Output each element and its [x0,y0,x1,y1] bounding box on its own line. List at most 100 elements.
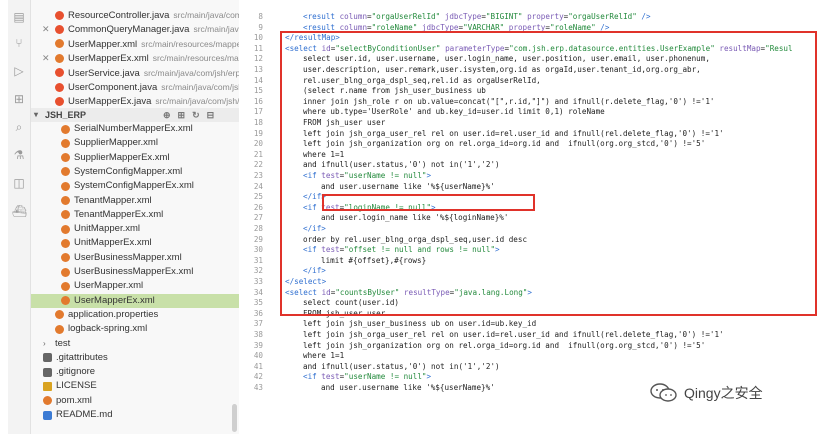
line-number: 37 [253,319,263,329]
line-number: 17 [253,107,263,117]
code-line[interactable]: left join jsh_orga_user_rel rel on user.… [303,330,724,339]
sidebar-scrollbar[interactable] [232,404,237,432]
xml-file-icon [61,124,70,134]
line-number: 38 [253,330,263,339]
tree-label: UnitMapperEx.xml [74,237,152,249]
remote-explorer-icon[interactable]: ◫ [12,176,26,190]
xml-file-icon [61,296,70,306]
code-line[interactable]: left join jsh_user_business ub on user.i… [303,319,536,328]
xml-file-icon [61,281,70,291]
tree-label: UserMapperEx.xml [74,294,155,306]
xml-file-icon [61,138,70,148]
xml-file-icon [61,224,70,234]
tree-file[interactable]: UserMapper.xml [31,279,239,293]
xml-file-icon [61,196,70,205]
tree-file[interactable]: SupplierMapperEx.xml [31,151,239,165]
tree-label: SystemConfigMapper.xml [74,165,183,177]
tree-file[interactable]: TenantMapperEx.xml [31,208,239,222]
tree-file[interactable]: pom.xml [31,394,239,408]
collapse-icon[interactable]: ⊟ [207,110,222,120]
refresh-icon[interactable]: ↻ [192,110,207,120]
tree-file[interactable]: .gitignore [31,365,239,379]
code-line[interactable]: left join jsh_organization org on rel.or… [303,341,705,350]
open-editor-item[interactable]: ResourceController.javasrc/main/java/com… [31,8,239,22]
tree-label: UserBusinessMapperEx.xml [74,266,194,277]
tree-file[interactable]: SystemConfigMapper.xml [31,165,239,179]
explorer-actions[interactable]: ⊕⊞↻⊟ [163,108,221,122]
tree-file[interactable]: .gitattributes [31,351,239,365]
open-editor-item[interactable]: UserMapperEx.javasrc/main/java/com/jsh/e… [31,94,239,108]
open-editor-item[interactable]: ✕ CommonQueryManager.javasrc/main/java/..… [31,22,239,36]
java-file-icon [55,96,64,106]
code-line[interactable]: and user.username like '%${userName}%' [321,383,495,392]
docker-icon[interactable]: ⛴ [12,204,27,218]
new-file-icon[interactable]: ⊕ [163,110,178,120]
open-editor-label: CommonQueryManager.javasrc/main/java/... [68,24,239,36]
line-number: 11 [253,43,263,53]
line-number: 29 [253,234,263,244]
code-line[interactable]: <result column="orgaUserRelId" jdbcType=… [303,12,651,21]
tree-file[interactable]: UserBusinessMapperEx.xml [31,265,239,279]
xml-file-icon [55,53,64,63]
close-icon[interactable]: ✕ [42,22,50,36]
tree-file[interactable]: SerialNumberMapperEx.xml [31,122,239,136]
tree-file[interactable]: SystemConfigMapperEx.xml [31,179,239,193]
line-number: 15 [253,86,263,96]
tree-file[interactable]: UserBusinessMapper.xml [31,251,239,265]
code-editor[interactable]: 8 <result column="orgaUserRelId" jdbcType… [239,0,818,434]
run-debug-icon[interactable]: ▷ [12,64,26,78]
xml-file-icon [43,396,52,406]
line-number: 27 [253,213,263,223]
line-number: 13 [253,65,263,74]
tree-file[interactable]: README.md [31,408,239,422]
line-number: 32 [253,266,263,276]
line-number: 34 [253,287,263,297]
lic-file-icon [43,381,52,391]
project-section-header[interactable]: ▾ JSH_ERP ⊕⊞↻⊟ [31,108,239,122]
tree-label: TenantMapper.xml [74,194,152,206]
open-editor-item[interactable]: UserService.java src/main/java/com/jsh/er… [31,66,239,80]
extensions-icon[interactable]: ⊞ [12,92,26,106]
tree-file[interactable]: UnitMapperEx.xml [31,236,239,250]
tree-file[interactable]: LICENSE [31,379,239,393]
code-line[interactable]: where 1=1 [303,351,344,360]
line-number: 30 [253,245,263,255]
tree-folder[interactable]: › test [31,337,239,351]
testing-icon[interactable]: ⚗ [12,148,26,162]
tree-file[interactable]: UnitMapper.xml [31,222,239,236]
java-file-icon [55,10,64,20]
tree-label: UnitMapper.xml [74,223,140,235]
tree-file[interactable]: UserMapperEx.xml [31,293,239,308]
code-line[interactable]: and ifnull(user.status,'0') not in('1','… [303,362,500,371]
java-file-icon [55,24,64,34]
open-editor-label: UserService.java src/main/java/com/jsh/er… [68,67,240,79]
open-editor-item[interactable]: ✕ UserMapperEx.xml src/main/resources/ma..… [31,51,239,65]
line-number: 10 [253,33,263,43]
line-number: 16 [253,96,263,106]
tree-label: TenantMapperEx.xml [74,208,164,220]
tree-file[interactable]: logback-spring.xml [31,322,239,336]
open-editor-item[interactable]: UserMapper.xml src/main/resources/mappe..… [31,37,239,51]
line-number: 22 [253,160,263,170]
open-editor-item[interactable]: UserComponent.javasrc/main/java/com/jsh.… [31,80,239,94]
xml-file-icon [61,181,70,191]
new-folder-icon[interactable]: ⊞ [178,110,193,120]
explorer-icon[interactable]: ▤ [12,10,26,24]
tree-label: .gitattributes [56,351,108,363]
search-icon[interactable]: ⌕ [12,120,26,134]
open-editor-label: UserMapper.xml src/main/resources/mappe..… [68,38,240,50]
tree-label: SupplierMapperEx.xml [74,151,170,163]
tree-label: SystemConfigMapperEx.xml [74,180,194,192]
tree-label: .gitignore [56,366,96,378]
code-line[interactable]: <if test="userName != null"> [303,372,431,381]
line-number: 28 [253,224,263,233]
line-number: 23 [253,171,263,180]
close-icon[interactable]: ✕ [42,51,50,65]
tree-label: logback-spring.xml [68,323,148,335]
line-number: 18 [253,118,263,127]
tree-file[interactable]: SupplierMapper.xml [31,136,239,150]
tree-file[interactable]: TenantMapper.xml [31,194,239,208]
source-control-icon[interactable]: ⑂ [12,36,26,50]
tree-label: README.md [56,409,113,420]
tree-file[interactable]: application.properties [31,308,239,322]
